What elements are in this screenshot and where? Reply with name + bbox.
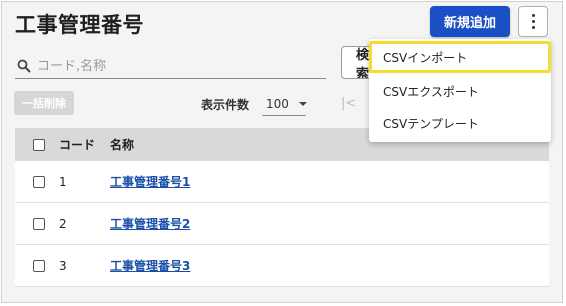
per-page-value: 100 xyxy=(266,96,289,111)
row-checkbox[interactable] xyxy=(33,175,45,188)
menu-item-csv-export[interactable]: CSVエクスポート xyxy=(369,75,551,107)
search-icon xyxy=(17,59,31,73)
table-row: 2 工事管理番号2 xyxy=(15,203,549,245)
row-code: 1 xyxy=(59,174,67,189)
row-name-link[interactable]: 工事管理番号2 xyxy=(110,215,190,232)
select-all-checkbox[interactable] xyxy=(33,138,45,151)
per-page-select[interactable]: 100 xyxy=(262,92,307,116)
search-input[interactable] xyxy=(37,58,297,74)
more-vertical-icon xyxy=(531,14,535,17)
caret-down-icon xyxy=(298,101,307,106)
table-row: 1 工事管理番号1 xyxy=(15,161,549,203)
search-field[interactable] xyxy=(15,54,326,79)
column-header-code: コード xyxy=(59,138,96,152)
more-vertical-icon-dot xyxy=(531,20,535,23)
row-checkbox[interactable] xyxy=(33,217,45,230)
row-code: 2 xyxy=(59,216,67,231)
options-menu: CSVインポート CSVエクスポート CSVテンプレート xyxy=(369,39,551,142)
column-header-name: 名称 xyxy=(110,138,135,152)
row-code: 3 xyxy=(59,258,67,273)
row-name-link[interactable]: 工事管理番号3 xyxy=(110,257,190,274)
table-row: 3 工事管理番号3 xyxy=(15,245,549,287)
row-name-link[interactable]: 工事管理番号1 xyxy=(110,173,190,190)
first-page-icon[interactable]: |< xyxy=(341,96,356,111)
menu-item-csv-template[interactable]: CSVテンプレート xyxy=(369,107,551,139)
add-new-button[interactable]: 新規追加 xyxy=(430,6,510,37)
page-title: 工事管理番号 xyxy=(15,13,144,37)
more-vertical-icon-dot xyxy=(531,26,535,29)
row-checkbox[interactable] xyxy=(33,259,45,272)
bulk-delete-button[interactable]: 一括削除 xyxy=(14,91,74,115)
per-page-label: 表示件数 xyxy=(201,98,250,112)
more-options-button[interactable] xyxy=(518,6,548,37)
menu-item-csv-import[interactable]: CSVインポート xyxy=(369,41,551,73)
